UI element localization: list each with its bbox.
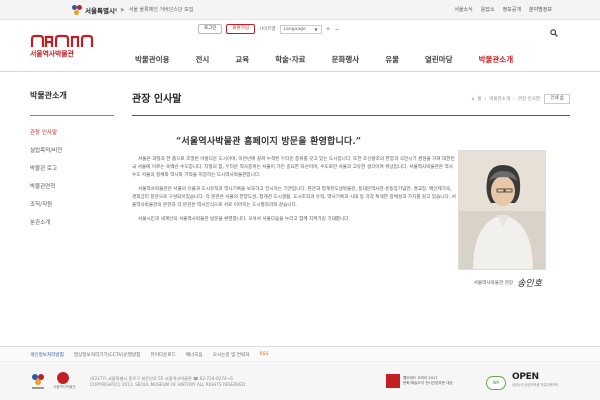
web-award-icon <box>386 374 400 388</box>
language-label: Language <box>283 26 306 32</box>
web-award-text: 웹어워드 코리아 2017 문화/예술조직 전시관련부문 대상 <box>403 376 453 386</box>
museum-name: 서울역사박물관 <box>30 50 74 58</box>
home-icon[interactable]: ⌂ <box>472 97 475 102</box>
chevron-right-icon: › <box>484 96 487 102</box>
nav-about[interactable]: 박물관소개 <box>466 53 527 67</box>
chevron-left-icon[interactable]: ◀ <box>113 7 117 13</box>
nav-exhibition[interactable]: 전시 <box>183 53 223 67</box>
web-accessibility-badge: WA <box>486 376 506 390</box>
footer-link-directions[interactable]: 오시는길 및 연락처 <box>213 352 250 358</box>
greeting-paragraph: 서울역사박물관은 서울의 유물과 도시유적과 역사기록을 보호하고 전시하는 기… <box>132 187 456 208</box>
open-license-badge: OPEN 공공누리 공공저작물 자유이용허락 <box>512 372 558 387</box>
greeting-paragraph: 서울시민과 세계인의 서울역사박물관 방문을 환영합니다. 오셔서 서울다움을 … <box>138 217 350 222</box>
affiliate-name: 서울역사박물관 <box>53 385 76 389</box>
top-notice[interactable]: ◀ ▶ 서울 올록제인 거버넌스단 모집 <box>113 6 194 14</box>
museum-logo[interactable]: 서울역사박물관 <box>30 34 100 64</box>
main-navigation: 박물관이용 전시 교육 학술·자료 문화행사 유물 열린마당 박물관소개 <box>122 53 526 67</box>
toplink-field-info[interactable]: 분야별정보 <box>529 6 552 13</box>
sub-nav-title: 박물관소개 <box>30 90 114 116</box>
open-license-title: OPEN <box>512 372 539 382</box>
sub-nav-organization[interactable]: 조직/직원 <box>30 196 114 214</box>
breadcrumb-item: 관장 인사말 <box>517 97 540 102</box>
sub-nav-history[interactable]: 박물관연혁 <box>30 178 114 196</box>
breadcrumb-item[interactable]: 홈 <box>477 96 481 102</box>
signup-button[interactable]: 회원가입 <box>226 24 255 34</box>
chevron-down-icon: ▼ <box>314 26 318 32</box>
nav-research[interactable]: 학술·자료 <box>262 53 318 67</box>
director-signature: 송인호 <box>517 279 542 289</box>
toplink-news[interactable]: 서울소식 <box>454 6 472 13</box>
seoul-city-name: 서울특별시 <box>85 7 115 15</box>
director-role: 서울역사박물관 관장 <box>473 280 514 286</box>
seoul-footer-logo-icon <box>32 374 44 389</box>
affiliate-logo-icon <box>57 372 69 384</box>
main-content: 관장 인사말 ⌂ 홈 › 박물관소개 › 관장 인사말 인쇄 ⎙ “서울역사박물… <box>132 90 570 289</box>
zoom-out-button[interactable]: − <box>335 26 340 33</box>
sub-nav-greeting[interactable]: 관장 인사말 <box>30 124 114 142</box>
header-utility: 로그인 회원가입 사이트맵 Language ▼ + − <box>198 24 340 34</box>
site-header: 서울역사박물관 로그인 회원가입 사이트맵 Language ▼ + − 박물관… <box>0 20 600 72</box>
breadcrumb: ⌂ 홈 › 박물관소개 › 관장 인사말 <box>472 96 540 103</box>
footer-link-privacy[interactable]: 개인정보처리방침 <box>30 352 64 358</box>
footer: 서울역사박물관 (03177) 서울특별시 종로구 새문안로 55 서울역사박물… <box>0 362 600 400</box>
print-button[interactable]: 인쇄 ⎙ <box>544 94 570 104</box>
zoom-in-button[interactable]: + <box>326 26 331 33</box>
top-links: 서울소식 응답소 정보공개 분야별정보 <box>454 6 552 13</box>
museum-logo-icon <box>30 34 94 47</box>
director-caption: 서울역사박물관 관장 송인호 <box>474 276 542 289</box>
print-icon: ⎙ <box>560 96 564 101</box>
seoul-city-logo[interactable]: 서울특별시 <box>72 5 115 15</box>
sub-navigation: 박물관소개 관장 인사말 설립목적/비전 박물관 로고 박물관연혁 조직/직원 … <box>30 90 114 232</box>
nav-visit[interactable]: 박물관이용 <box>122 53 183 67</box>
nav-community[interactable]: 열린마당 <box>412 53 466 67</box>
language-select[interactable]: Language ▼ <box>279 24 322 34</box>
sub-nav-vision[interactable]: 설립목적/비전 <box>30 142 114 160</box>
director-photo <box>459 151 545 269</box>
nav-education[interactable]: 교육 <box>222 53 262 67</box>
footer-address: (03177) 서울특별시 종로구 새문안로 55 서울역사박물관 ☎ 02-7… <box>90 376 245 388</box>
nav-collection[interactable]: 유물 <box>372 53 412 67</box>
title-divider <box>132 115 570 116</box>
toplink-open-info[interactable]: 정보공개 <box>503 6 521 13</box>
web-award-line: 문화/예술조직 전시관련부문 대상 <box>403 381 453 385</box>
footer-link-rss[interactable]: RSS <box>259 352 268 358</box>
sub-nav-branches[interactable]: 분관소개 <box>30 214 114 232</box>
seoul-logo-icon <box>72 5 82 15</box>
chevron-right-icon[interactable]: ▶ <box>121 7 125 13</box>
top-notice-text[interactable]: 서울 올록제인 거버넌스단 모집 <box>129 6 194 13</box>
director-portrait <box>458 150 546 270</box>
breadcrumb-item[interactable]: 박물관소개 <box>489 96 510 102</box>
copyright-line: COPYRIGHT(C) 2011. SEOUL MUSEUM OF HISTO… <box>90 382 246 387</box>
footer-link-cctv[interactable]: 영상정보처리기기(CCTV)운영방침 <box>74 352 141 358</box>
web-award-badge: 웹어워드 코리아 2017 문화/예술조직 전시관련부문 대상 <box>386 374 453 388</box>
open-license-sub: 공공누리 공공저작물 자유이용허락 <box>512 383 559 387</box>
greeting-quote: “서울역사박물관 홈페이지 방문을 환영합니다.” <box>176 137 362 147</box>
greeting-body: 서울은 과밀과 한 품으로 조밀된 아름다운 도시이며, 이천년에 걸쳐 누적된… <box>132 156 456 230</box>
search-icon[interactable] <box>550 29 558 37</box>
affiliate-logo: 서울역사박물관 <box>53 372 76 390</box>
greeting-paragraph: 서울은 과밀과 한 품으로 조밀된 아름다운 도시이며, 이천년에 걸쳐 누적된… <box>132 157 455 178</box>
footer-link-viewer[interactable]: 뷰어다운로드 <box>150 352 175 358</box>
print-label: 인쇄 <box>550 96 559 101</box>
footer-link-banners[interactable]: 배너모음 <box>186 352 203 358</box>
chevron-right-icon: › <box>513 96 515 102</box>
toplink-response[interactable]: 응답소 <box>481 6 495 13</box>
sitemap-link[interactable]: 사이트맵 <box>259 26 276 32</box>
top-utility-bar: 서울특별시 ◀ ▶ 서울 올록제인 거버넌스단 모집 서울소식 응답소 정보공개… <box>0 0 600 20</box>
footer-links: 개인정보처리방침 영상정보처리기기(CCTV)운영방침 뷰어다운로드 배너모음 … <box>30 352 269 358</box>
nav-events[interactable]: 문화행사 <box>319 53 373 67</box>
login-button[interactable]: 로그인 <box>198 24 223 34</box>
sub-nav-logo[interactable]: 박물관 로고 <box>30 160 114 178</box>
footer-link-bar: 개인정보처리방침 영상정보처리기기(CCTV)운영방침 뷰어다운로드 배너모음 … <box>0 346 600 362</box>
